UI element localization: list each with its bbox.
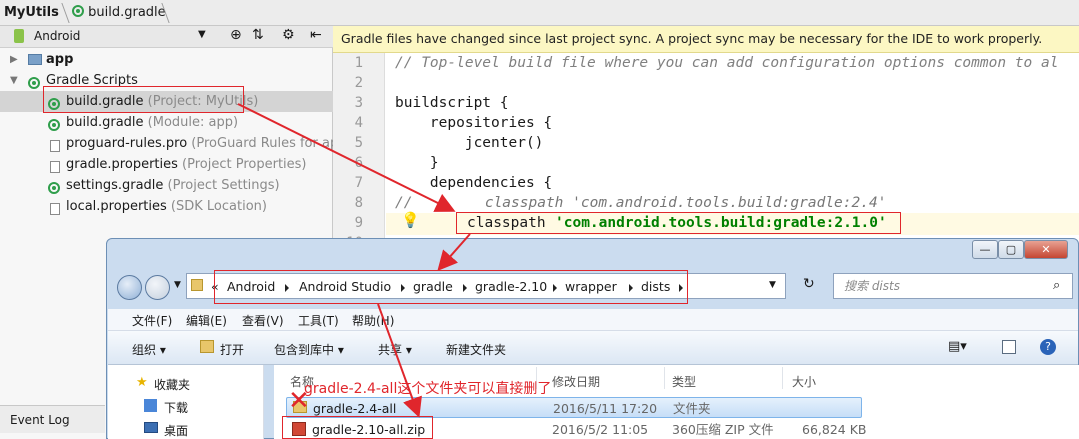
arrow-to-classpath	[237, 103, 456, 212]
annotation-arrows	[237, 103, 471, 418]
arrow-to-address	[437, 233, 471, 271]
arrow-to-zip	[377, 303, 422, 418]
